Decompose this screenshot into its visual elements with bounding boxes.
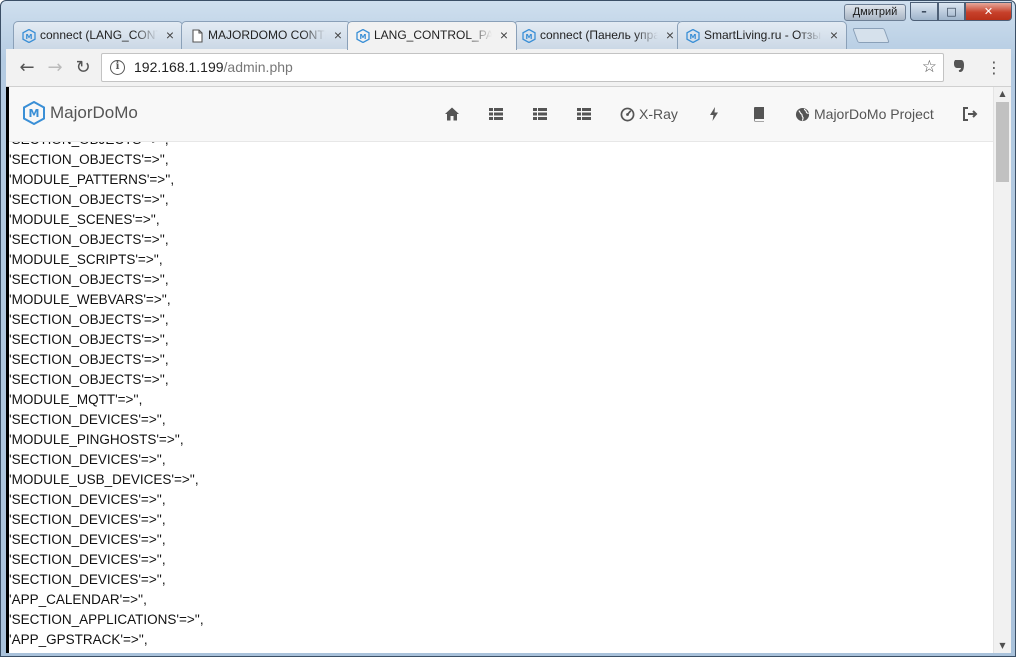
content-line: 'SECTION_OBJECTS'=>'', [9, 352, 169, 367]
majordomo-favicon: M [22, 29, 36, 43]
maximize-button[interactable]: □ [938, 2, 965, 21]
tab-close-icon[interactable]: × [500, 22, 508, 49]
browser-window: Дмитрий – □ ✕ M connect (LANG_CONTROL_PA… [0, 0, 1016, 657]
content-line: 'MODULE_PATTERNS'=>'', [9, 172, 175, 187]
list-icon [533, 108, 547, 120]
nav-xray-label: X-Ray [639, 106, 678, 122]
content-line: 'SECTION_DEVICES'=>'', [9, 412, 166, 427]
tab-close-icon[interactable]: × [334, 22, 342, 49]
reload-button[interactable]: ↻ [72, 57, 94, 79]
url-host: 192.168.1.199 [134, 59, 224, 75]
nav-book[interactable] [752, 103, 766, 125]
url-text[interactable]: 192.168.1.199/admin.php [134, 59, 293, 75]
content-line: 'SECTION_OBJECTS'=>'', [9, 232, 169, 247]
list-icon [577, 108, 591, 120]
content-line: 'SECTION_DEVICES'=>'', [9, 452, 166, 467]
tab-smartliving[interactable]: M SmartLiving.ru - Отзывы × [677, 21, 847, 49]
content-line: 'SECTION_OBJECTS'=>'', [9, 272, 169, 287]
nav-list-3[interactable] [576, 103, 592, 125]
content-line: 'MODULE_WEBVARS'=>'', [9, 292, 171, 307]
nav-logout[interactable] [962, 103, 978, 125]
content-line: 'SECTION_APPLICATIONS'=>'', [9, 612, 204, 627]
tab-label: MAJORDOMO CONTROL [208, 28, 326, 42]
content-line: 'MODULE_SCRIPTS'=>'', [9, 252, 163, 267]
dashboard-icon [620, 107, 635, 121]
content-line: 'SECTION_OBJECTS'=>'', [9, 192, 169, 207]
content-line: 'MODULE_SCENES'=>'', [9, 212, 160, 227]
svg-text:M: M [526, 33, 533, 41]
nav-list-1[interactable] [488, 103, 504, 125]
page-content: 'SECTION_OBJECTS'=>'', 'SECTION_OBJECTS'=… [9, 142, 993, 653]
forward-button[interactable]: → [44, 57, 66, 79]
content-line: 'SECTION_OBJECTS'=>'', [9, 312, 169, 327]
url-path: /admin.php [223, 59, 293, 75]
content-line: 'APP_GPSTRACK'=>'', [9, 632, 148, 647]
vertical-scrollbar[interactable]: ▲ ▼ [993, 87, 1011, 653]
nav-list-2[interactable] [532, 103, 548, 125]
evernote-icon[interactable] [950, 58, 968, 76]
majordomo-favicon: M [356, 29, 370, 43]
tab-label: SmartLiving.ru - Отзывы [704, 28, 822, 42]
nav-majordomo-project[interactable]: MajorDoMo Project [795, 103, 934, 125]
globe-icon [795, 107, 810, 121]
content-line: 'MODULE_PINGHOSTS'=>'', [9, 432, 184, 447]
book-icon [754, 107, 764, 122]
majordomo-favicon: M [686, 29, 700, 43]
svg-text:M: M [360, 33, 367, 41]
content-line: 'MODULE_MQTT'=>'', [9, 392, 143, 407]
bookmark-star-icon[interactable]: ☆ [922, 57, 937, 77]
majordomo-favicon: M [522, 29, 536, 43]
tab-label: connect (Панель управления) [540, 28, 658, 42]
logout-icon [963, 107, 978, 121]
tab-strip: M connect (LANG_CONTROL_PANEL) × MAJORDO… [13, 21, 893, 50]
browser-menu-icon[interactable]: ⋮ [986, 58, 1002, 78]
content-line: 'SECTION_OBJECTS'=>'', [9, 142, 204, 150]
language-constants-list: 'SECTION_OBJECTS'=>'', 'SECTION_OBJECTS'=… [9, 142, 204, 650]
tab-label: LANG_CONTROL_PANEL [374, 28, 492, 42]
site-info-icon[interactable]: i [110, 60, 125, 75]
tab-connect[interactable]: M connect (LANG_CONTROL_PANEL) × [13, 21, 183, 49]
tab-close-icon[interactable]: × [166, 22, 174, 49]
page-viewport: M MajorDoMo X-Ray MajorDoMo Project 'SEC… [6, 87, 1011, 653]
address-bar[interactable]: i 192.168.1.199/admin.php ☆ [101, 53, 944, 82]
app-navbar: M MajorDoMo X-Ray MajorDoMo Project [6, 87, 993, 142]
close-window-button[interactable]: ✕ [965, 2, 1012, 21]
home-icon [445, 107, 459, 121]
scroll-up-button[interactable]: ▲ [994, 87, 1011, 101]
content-line: 'SECTION_OBJECTS'=>'', [9, 332, 169, 347]
content-line: 'SECTION_OBJECTS'=>'', [9, 372, 169, 387]
minimize-button[interactable]: – [910, 2, 938, 21]
tab-label: connect (LANG_CONTROL_PANEL) [40, 28, 158, 42]
nav-xray[interactable]: X-Ray [620, 103, 678, 125]
scroll-down-button[interactable]: ▼ [994, 639, 1011, 653]
nav-project-label: MajorDoMo Project [814, 106, 934, 122]
scrollbar-thumb[interactable] [996, 102, 1009, 182]
new-tab-button[interactable] [852, 28, 890, 43]
back-button[interactable]: ← [16, 57, 38, 79]
content-line: 'SECTION_DEVICES'=>'', [9, 492, 166, 507]
tab-close-icon[interactable]: × [830, 22, 838, 49]
content-line: 'SECTION_DEVICES'=>'', [9, 532, 166, 547]
tab-lang-control-panel[interactable]: M LANG_CONTROL_PANEL × [347, 21, 517, 50]
svg-text:M: M [26, 33, 33, 41]
nav-flash[interactable] [708, 103, 720, 125]
browser-toolbar: ← → ↻ i 192.168.1.199/admin.php ☆ ⋮ [6, 49, 1011, 87]
viewport-left-edge [6, 87, 9, 653]
content-line: 'APP_CALENDAR'=>'', [9, 592, 147, 607]
profile-button[interactable]: Дмитрий [844, 4, 906, 21]
document-icon [192, 29, 203, 43]
content-line: 'SECTION_OBJECTS'=>'', [9, 152, 169, 167]
content-line: 'MODULE_USB_DEVICES'=>'', [9, 472, 199, 487]
content-line: 'SECTION_DEVICES'=>'', [9, 552, 166, 567]
content-line: 'SECTION_DEVICES'=>'', [9, 572, 166, 587]
content-line: 'SECTION_DEVICES'=>'', [9, 512, 166, 527]
tab-majordomo-control[interactable]: MAJORDOMO CONTROL × [181, 21, 351, 49]
svg-text:M: M [690, 33, 697, 41]
nav-home[interactable] [444, 103, 460, 125]
app-nav: X-Ray MajorDoMo Project [6, 87, 993, 142]
tab-connect-panel[interactable]: M connect (Панель управления) × [513, 21, 683, 49]
list-icon [489, 108, 503, 120]
tab-close-icon[interactable]: × [666, 22, 674, 49]
flash-icon [710, 107, 718, 121]
